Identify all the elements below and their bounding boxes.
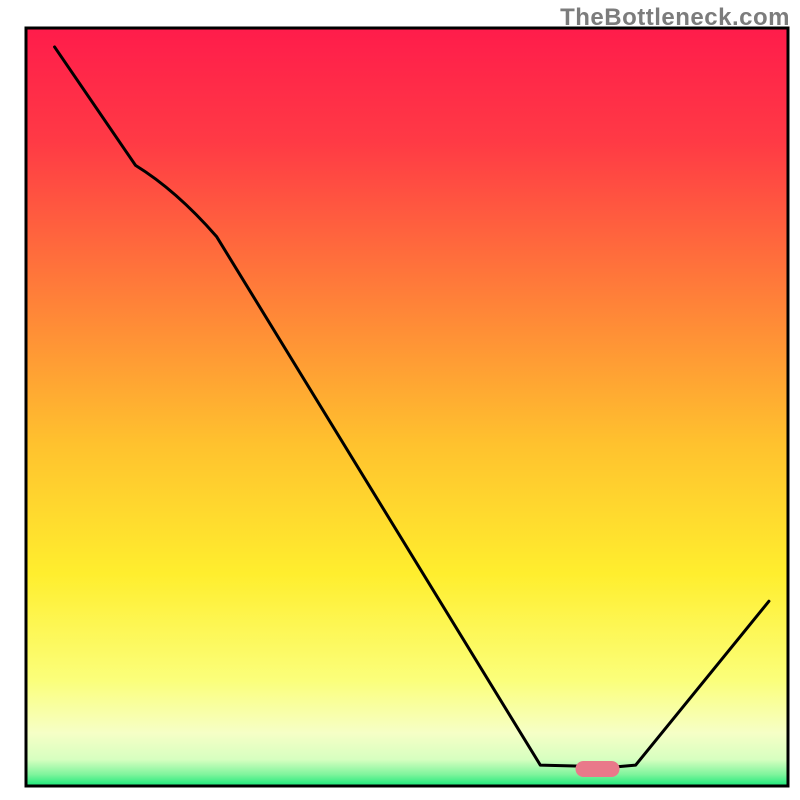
plot-background <box>26 28 788 786</box>
bottleneck-chart <box>0 0 800 800</box>
attribution-label: TheBottleneck.com <box>560 4 790 32</box>
chart-container: TheBottleneck.com <box>0 0 800 800</box>
optimal-marker <box>576 761 620 777</box>
